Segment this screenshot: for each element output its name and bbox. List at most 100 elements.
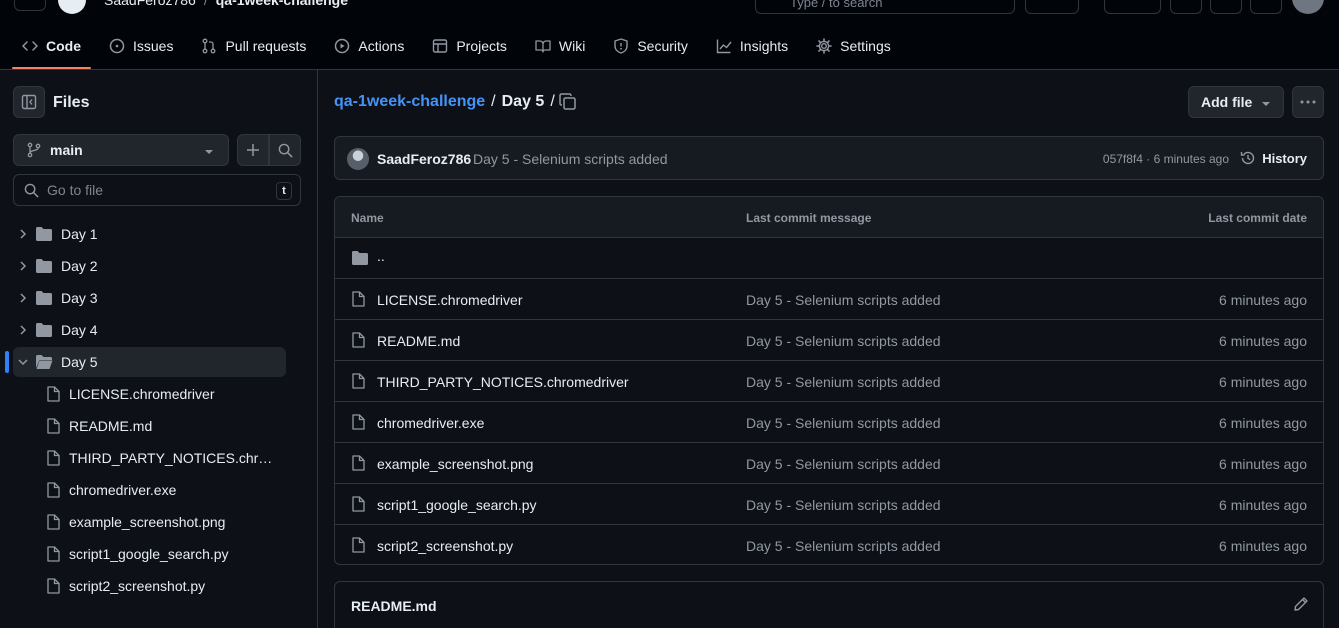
file-icon bbox=[47, 450, 60, 466]
search-icon bbox=[278, 143, 293, 158]
tab-projects[interactable]: Projects bbox=[422, 30, 517, 62]
repo-link[interactable]: qa-1week-challenge bbox=[216, 0, 348, 8]
commit-message-link[interactable]: Day 5 - Selenium scripts added bbox=[746, 415, 941, 431]
github-logo-icon[interactable] bbox=[58, 0, 86, 14]
table-row: THIRD_PARTY_NOTICES.chromedriver Day 5 -… bbox=[335, 361, 1323, 402]
folder-label: Day 1 bbox=[61, 226, 98, 242]
search-files-button[interactable] bbox=[269, 134, 301, 166]
tab-label: Projects bbox=[456, 38, 507, 54]
go-to-file-placeholder: Go to file bbox=[47, 182, 104, 198]
file-icon bbox=[352, 373, 365, 389]
folder-open-icon bbox=[36, 355, 53, 369]
tab-code[interactable]: Code bbox=[12, 30, 91, 69]
global-search-input[interactable]: Type / to search bbox=[755, 0, 1015, 14]
pull-request-icon bbox=[203, 38, 216, 54]
files-heading: Files bbox=[53, 94, 90, 111]
add-file-dropdown[interactable]: Add file bbox=[1188, 86, 1284, 118]
file-name-link[interactable]: LICENSE.chromedriver bbox=[377, 292, 523, 308]
book-icon bbox=[535, 40, 551, 53]
column-header-name: Name bbox=[351, 211, 384, 225]
owner-link[interactable]: SaadFeroz786 bbox=[104, 0, 196, 8]
commit-date: 6 minutes ago bbox=[1219, 292, 1307, 308]
file-name-link[interactable]: README.md bbox=[377, 333, 460, 349]
file-tree-sidebar: Files main Go to file t Day 1 Day 2 Day … bbox=[0, 70, 318, 628]
file-icon bbox=[47, 578, 60, 594]
file-name-link[interactable]: THIRD_PARTY_NOTICES.chromedriver bbox=[377, 374, 629, 390]
commit-date: 6 minutes ago bbox=[1219, 456, 1307, 472]
history-button[interactable]: History bbox=[1240, 150, 1307, 166]
readme-title[interactable]: README.md bbox=[351, 598, 437, 614]
author-avatar[interactable] bbox=[347, 148, 369, 170]
collapse-sidebar-button[interactable] bbox=[13, 86, 45, 118]
repo-nav: Code Issues Pull requests Actions Projec… bbox=[0, 30, 901, 70]
edit-readme-button[interactable] bbox=[1293, 596, 1309, 612]
file-name-link[interactable]: example_screenshot.png bbox=[377, 456, 533, 472]
commit-author[interactable]: SaadFeroz786 bbox=[377, 151, 471, 167]
file-name-link[interactable]: script2_screenshot.py bbox=[377, 538, 513, 554]
global-header: SaadFeroz786 / qa-1week-challenge Type / t… bbox=[0, 0, 1339, 70]
commit-message-link[interactable]: Day 5 - Selenium scripts added bbox=[746, 456, 941, 472]
user-avatar[interactable] bbox=[1292, 0, 1324, 14]
go-to-file-input[interactable]: Go to file t bbox=[13, 174, 301, 206]
tab-label: Insights bbox=[739, 38, 789, 54]
commit-message-link[interactable]: Day 5 - Selenium scripts added bbox=[746, 292, 941, 308]
tree-folder-day-4[interactable]: Day 4 bbox=[13, 315, 286, 345]
tree-folder-day-3[interactable]: Day 3 bbox=[13, 283, 286, 313]
branch-selector[interactable]: main bbox=[13, 134, 229, 166]
folder-icon bbox=[36, 227, 52, 241]
commit-meta[interactable]: 057f8f4 · 6 minutes ago bbox=[1103, 152, 1229, 166]
tree-file[interactable]: THIRD_PARTY_NOTICES.chromedriver bbox=[13, 443, 286, 473]
parent-directory-row[interactable]: .. bbox=[335, 238, 1323, 279]
kebab-horizontal-icon bbox=[1300, 100, 1316, 104]
create-new-button[interactable] bbox=[1104, 0, 1161, 14]
file-name-link[interactable]: chromedriver.exe bbox=[377, 415, 484, 431]
tree-folder-day-5[interactable]: Day 5 bbox=[5, 347, 286, 377]
tree-file[interactable]: script2_screenshot.py bbox=[13, 571, 286, 601]
tree-file[interactable]: README.md bbox=[13, 411, 286, 441]
shortcut-key: t bbox=[276, 182, 292, 200]
commit-message-link[interactable]: Day 5 - Selenium scripts added bbox=[746, 333, 941, 349]
file-icon bbox=[352, 414, 365, 430]
commit-message-link[interactable]: Day 5 - Selenium scripts added bbox=[746, 374, 941, 390]
menu-button[interactable] bbox=[14, 0, 46, 11]
parent-directory-link[interactable]: .. bbox=[377, 248, 385, 264]
tab-pull-requests[interactable]: Pull requests bbox=[191, 30, 316, 62]
breadcrumb-repo-link[interactable]: qa-1week-challenge bbox=[334, 93, 485, 111]
chevron-right-icon bbox=[20, 261, 27, 271]
file-icon bbox=[352, 496, 365, 512]
file-label: LICENSE.chromedriver bbox=[69, 386, 215, 402]
commit-message-link[interactable]: Day 5 - Selenium scripts added bbox=[746, 538, 941, 554]
tab-issues[interactable]: Issues bbox=[99, 30, 183, 62]
copilot-button[interactable] bbox=[1025, 0, 1079, 14]
search-placeholder: Type / to search bbox=[790, 0, 883, 10]
copy-path-button[interactable] bbox=[558, 92, 578, 112]
file-name-link[interactable]: script1_google_search.py bbox=[377, 497, 537, 513]
tree-file[interactable]: example_screenshot.png bbox=[13, 507, 286, 537]
pull-requests-button[interactable] bbox=[1210, 0, 1242, 14]
tab-settings[interactable]: Settings bbox=[806, 30, 901, 62]
tab-wiki[interactable]: Wiki bbox=[525, 30, 595, 62]
tab-security[interactable]: Security bbox=[603, 30, 698, 62]
tree-folder-day-2[interactable]: Day 2 bbox=[13, 251, 286, 281]
file-label: script2_screenshot.py bbox=[69, 578, 206, 594]
file-label: example_screenshot.png bbox=[69, 514, 226, 530]
tree-file[interactable]: script1_google_search.py bbox=[13, 539, 286, 569]
inbox-button[interactable] bbox=[1250, 0, 1282, 14]
commit-message[interactable]: Day 5 - Selenium scripts added bbox=[473, 151, 668, 167]
tab-insights[interactable]: Insights bbox=[706, 30, 798, 62]
more-options-button[interactable] bbox=[1292, 86, 1324, 118]
column-header-message: Last commit message bbox=[746, 211, 872, 225]
tree-folder-day-1[interactable]: Day 1 bbox=[13, 219, 286, 249]
code-icon bbox=[22, 41, 38, 51]
file-icon bbox=[352, 537, 365, 553]
add-file-button[interactable] bbox=[237, 134, 269, 166]
commit-message-link[interactable]: Day 5 - Selenium scripts added bbox=[746, 497, 941, 513]
tab-actions[interactable]: Actions bbox=[324, 30, 414, 62]
breadcrumb-current: Day 5 bbox=[501, 93, 545, 110]
tree-file[interactable]: chromedriver.exe bbox=[13, 475, 286, 505]
tree-file[interactable]: LICENSE.chromedriver bbox=[13, 379, 286, 409]
folder-icon bbox=[352, 251, 368, 265]
issues-button[interactable] bbox=[1170, 0, 1202, 14]
branch-name: main bbox=[50, 142, 83, 158]
sidebar-collapse-icon bbox=[21, 94, 37, 110]
